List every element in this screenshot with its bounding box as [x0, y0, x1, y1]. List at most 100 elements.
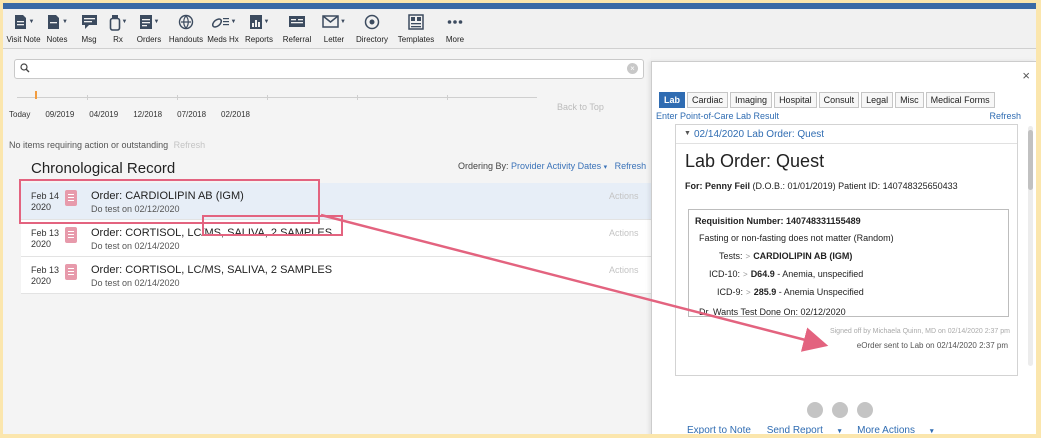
patient-chart-pane: × Today 09/2019 04/2019 12/2018 07/2018 02/20…	[3, 49, 651, 434]
toolbar-meds-hx-button[interactable]: ▼ Meds Hx	[206, 9, 240, 49]
ordering-dropdown[interactable]: Provider Activity Dates ▾	[511, 161, 607, 171]
panel-footer-actions: Export to Note Send Report ▾ More Actions…	[687, 425, 946, 434]
timeline-label[interactable]: Today	[9, 110, 30, 119]
panel-refresh-link[interactable]: Refresh	[989, 111, 1021, 121]
templates-icon	[408, 13, 424, 31]
collapse-caret-icon[interactable]: ▼	[684, 130, 691, 137]
panel-scrollbar[interactable]	[1028, 126, 1033, 366]
export-to-note-link[interactable]: Export to Note	[687, 425, 751, 434]
record-subtitle: Do test on 02/14/2020	[91, 241, 180, 251]
chronological-refresh-link[interactable]: Refresh	[615, 161, 647, 171]
toolbar-button-label: Orders	[136, 35, 162, 44]
timeline-label[interactable]: 09/2019	[45, 110, 74, 119]
timeline-marker[interactable]	[35, 91, 37, 99]
toolbar-msg-button[interactable]: Msg	[74, 9, 104, 49]
meds-history-icon: ▼	[210, 13, 236, 31]
no-items-text: No items requiring action or outstanding	[9, 140, 169, 150]
directory-icon	[364, 13, 380, 31]
toolbar-button-label: Directory	[355, 35, 388, 44]
letter-icon: ▼	[322, 13, 346, 31]
tab-consult[interactable]: Consult	[818, 92, 860, 108]
enter-poc-lab-result-link[interactable]: Enter Point-of-Care Lab Result	[656, 111, 779, 121]
toolbar-letter-button[interactable]: ▼ Letter	[318, 9, 350, 49]
icd9-line: ICD-9: >285.9 - Anemia Unspecified	[717, 287, 864, 297]
record-date: Feb 13 2020	[31, 265, 60, 286]
tests-line: Tests: > CARDIOLIPIN AB (IGM)	[719, 251, 853, 261]
orders-icon: ▼	[139, 13, 159, 31]
toolbar-button-label: More	[445, 35, 465, 44]
eorder-sent-text: eOrder sent to Lab on 02/14/2020 2:37 pm	[856, 341, 1008, 350]
toolbar-button-label: Letter	[323, 35, 345, 44]
toolbar-rx-button[interactable]: ▼ Rx	[106, 9, 130, 49]
record-actions-link[interactable]: Actions	[609, 228, 639, 238]
toolbar-visit-note-button[interactable]: ▼ Visit Note	[6, 9, 41, 49]
ordering-label: Ordering By:	[458, 161, 509, 171]
section-title: Chronological Record	[31, 160, 176, 177]
tab-cardiac[interactable]: Cardiac	[687, 92, 729, 108]
toolbar-button-label: Visit Note	[6, 35, 41, 44]
signed-off-text: Signed off by Michaela Quinn, MD on 02/1…	[829, 328, 1010, 335]
message-icon	[81, 13, 98, 31]
toolbar-reports-button[interactable]: ▼ Reports	[242, 9, 276, 49]
tab-hospital[interactable]: Hospital	[774, 92, 817, 108]
toolbar-orders-button[interactable]: ▼ Orders	[132, 9, 166, 49]
tab-lab[interactable]: Lab	[659, 92, 686, 108]
record-row[interactable]: Feb 13 2020 Order: CORTISOL, LC/MS, SALIVA…	[21, 257, 651, 294]
send-report-link[interactable]: Send Report ▾	[767, 425, 842, 434]
patient-name: Penny Feil	[705, 181, 751, 191]
toolbar-button-label: Meds Hx	[207, 35, 239, 44]
order-document-icon	[65, 227, 77, 243]
panel-tabs: Lab Cardiac Imaging Hospital Consult Legal Mis…	[659, 92, 997, 108]
toolbar-button-label: Referral	[282, 35, 312, 44]
toolbar-more-button[interactable]: More	[440, 9, 470, 49]
timeline-label[interactable]: 12/2018	[133, 110, 162, 119]
referral-icon	[288, 13, 306, 31]
back-to-top-link[interactable]: Back to Top	[557, 102, 604, 112]
rx-bottle-icon: ▼	[109, 13, 127, 31]
icd10-line: ICD-10: > D64.9 - Anemia, unspecified	[709, 269, 864, 279]
tab-imaging[interactable]: Imaging	[730, 92, 773, 108]
fasting-note: Fasting or non-fasting does not matter (…	[699, 233, 894, 243]
toolbar-button-label: Reports	[244, 35, 273, 44]
status-refresh-link[interactable]: Refresh	[174, 140, 206, 150]
order-title: Lab Order: Quest	[685, 151, 825, 171]
reports-icon: ▼	[249, 13, 269, 31]
loading-dots	[807, 402, 882, 418]
timeline-label[interactable]: 02/2018	[221, 110, 250, 119]
toolbar-button-label: Msg	[81, 35, 97, 44]
card-header[interactable]: ▼ 02/14/2020 Lab Order: Quest	[676, 125, 1017, 144]
toolbar-directory-button[interactable]: Directory	[352, 9, 392, 49]
search-input[interactable]: ×	[14, 59, 644, 79]
toolbar-button-label: Templates	[397, 35, 435, 44]
tab-misc[interactable]: Misc	[895, 92, 924, 108]
wants-test-date: Dr. Wants Test Done On: 02/12/2020	[699, 307, 846, 317]
search-icon	[20, 63, 30, 73]
record-actions-link[interactable]: Actions	[609, 265, 639, 275]
clear-search-icon[interactable]: ×	[627, 63, 638, 74]
toolbar-handouts-button[interactable]: Handouts	[168, 9, 204, 49]
requisition-number: Requisition Number: 140748331155489	[695, 216, 861, 226]
highlight-box-eorder	[202, 215, 343, 236]
tab-legal[interactable]: Legal	[861, 92, 894, 108]
close-icon[interactable]: ×	[1022, 68, 1030, 83]
app-window: ▼ Visit Note ▼ Notes Msg ▼ Rx ▼ Orders Handouts ▼ M…	[3, 3, 1036, 434]
toolbar-notes-button[interactable]: ▼ Notes	[42, 9, 72, 49]
toolbar-templates-button[interactable]: Templates	[394, 9, 438, 49]
timeline-label[interactable]: 07/2018	[177, 110, 206, 119]
lab-order-card: ▼ 02/14/2020 Lab Order: Quest Lab Order:…	[675, 124, 1018, 376]
record-actions-link[interactable]: Actions	[609, 191, 639, 201]
requisition-box: Requisition Number: 140748331155489 Fast…	[688, 209, 1009, 317]
visit-note-icon: ▼	[13, 13, 34, 31]
patient-line: For: Penny Feil (D.O.B.: 01/01/2019) Pat…	[685, 181, 958, 191]
timeline-labels: Today 09/2019 04/2019 12/2018 07/2018 02/2018	[9, 110, 265, 119]
outstanding-items-status: No items requiring action or outstanding…	[9, 140, 205, 150]
lab-order-panel: × Lab Cardiac Imaging Hospital Consult Legal M…	[651, 61, 1036, 434]
toolbar-referral-button[interactable]: Referral	[278, 9, 316, 49]
record-title[interactable]: Order: CORTISOL, LC/MS, SALIVA, 2 SAMPLE…	[91, 264, 332, 276]
more-actions-link[interactable]: More Actions ▾	[857, 425, 933, 434]
record-date: Feb 13 2020	[31, 228, 60, 249]
notes-icon: ▼	[46, 13, 68, 31]
tab-medical-forms[interactable]: Medical Forms	[925, 92, 995, 108]
timeline-label[interactable]: 04/2019	[89, 110, 118, 119]
card-header-text: 02/14/2020 Lab Order: Quest	[694, 129, 825, 140]
